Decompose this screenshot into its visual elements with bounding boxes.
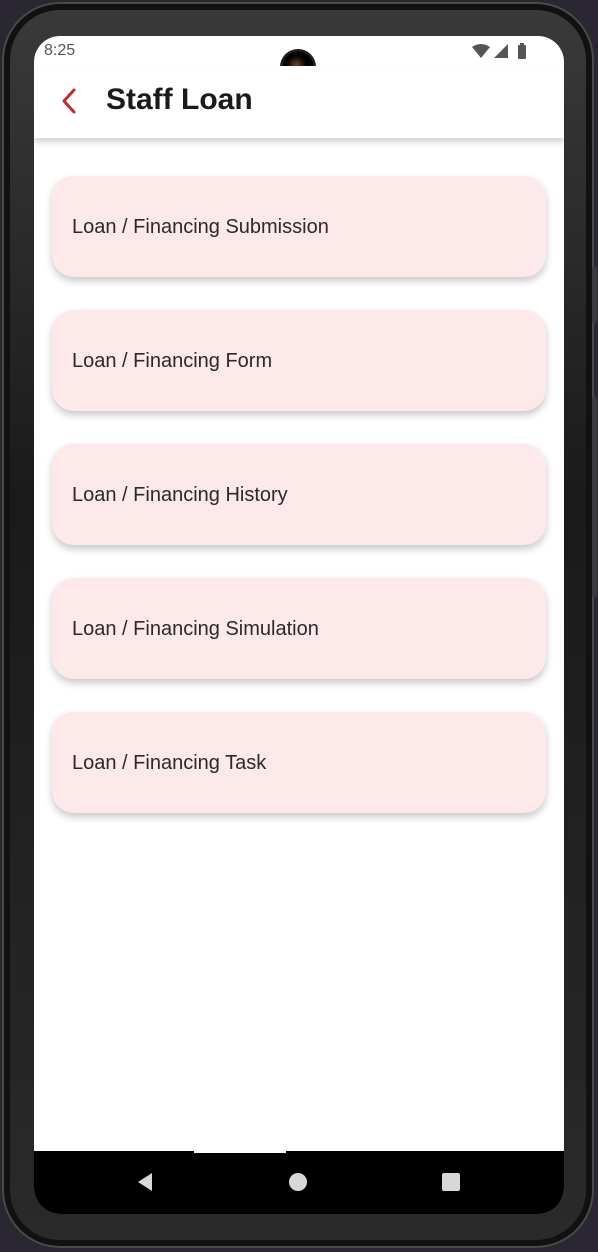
menu-item-form[interactable]: Loan / Financing Form (52, 310, 546, 411)
back-button[interactable] (52, 84, 86, 118)
menu-item-label: Loan / Financing Form (72, 350, 273, 372)
nav-home-button[interactable] (283, 1167, 313, 1197)
menu-item-label: Loan / Financing Submission (72, 216, 329, 238)
system-nav-bar (34, 1151, 564, 1214)
chevron-left-icon (62, 88, 76, 114)
menu-item-history[interactable]: Loan / Financing History (52, 444, 546, 545)
battery-icon (518, 45, 526, 59)
phone-frame: 8:25 Staff Loan Loan / Financing Submiss… (2, 2, 597, 1248)
page-title: Staff Loan (106, 83, 253, 116)
home-circle-icon (289, 1173, 307, 1191)
recents-square-icon (442, 1173, 460, 1191)
status-time: 8:25 (44, 42, 76, 59)
menu-item-label: Loan / Financing Task (72, 752, 267, 774)
nav-recents-button[interactable] (436, 1167, 466, 1197)
back-triangle-icon (138, 1173, 152, 1191)
app-bar: Staff Loan (34, 66, 564, 138)
status-icons (472, 43, 528, 61)
menu-item-task[interactable]: Loan / Financing Task (52, 712, 546, 813)
cellular-signal-icon (494, 44, 508, 58)
menu-item-submission[interactable]: Loan / Financing Submission (52, 176, 546, 277)
screen: 8:25 Staff Loan Loan / Financing Submiss… (34, 36, 564, 1214)
menu-item-simulation[interactable]: Loan / Financing Simulation (52, 578, 546, 679)
wifi-icon (472, 44, 490, 58)
nav-back-button[interactable] (130, 1167, 160, 1197)
nav-indicator (194, 1151, 286, 1153)
menu-item-label: Loan / Financing History (72, 484, 288, 506)
loan-menu: Loan / Financing Submission Loan / Finan… (52, 176, 546, 846)
power-button (592, 267, 597, 323)
menu-item-label: Loan / Financing Simulation (72, 618, 319, 640)
volume-button (592, 397, 597, 597)
